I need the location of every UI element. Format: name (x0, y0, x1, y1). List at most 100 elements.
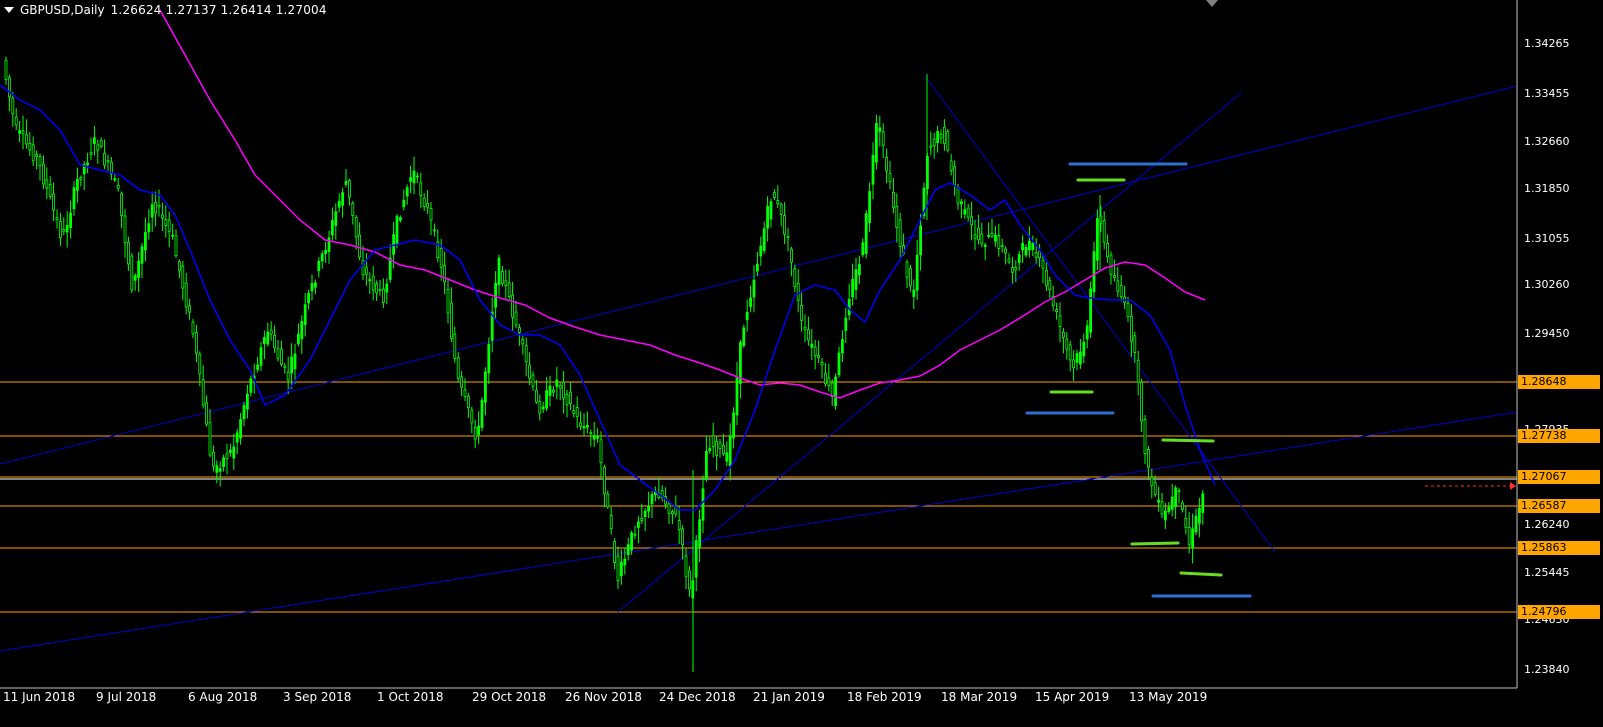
candle-body (565, 394, 569, 406)
candle-body (1140, 381, 1143, 422)
candle-body (89, 152, 93, 155)
time-axis-label: 24 Dec 2018 (659, 690, 736, 704)
candle-body (885, 156, 888, 172)
candle-body (732, 412, 735, 439)
candle-body (507, 282, 511, 297)
candle-body (878, 127, 882, 132)
candle-body (1092, 251, 1096, 293)
chart-shift-icon[interactable] (1206, 0, 1218, 7)
price-level-tag: 1.24796 (1518, 605, 1600, 619)
candle-body (296, 333, 300, 345)
candle-body (752, 279, 756, 298)
candle-body (364, 267, 368, 275)
candle-body (324, 250, 328, 254)
candle-body (779, 204, 783, 215)
candle-body (1082, 341, 1086, 357)
candle-body (1194, 515, 1198, 533)
level-marker (1179, 571, 1223, 577)
candle-body (116, 184, 120, 189)
candle-body (62, 229, 66, 232)
candle-body (351, 202, 355, 216)
time-axis-label: 18 Feb 2019 (847, 690, 922, 704)
candle-body (1096, 218, 1099, 261)
candle-body (745, 311, 749, 321)
candle-body (531, 374, 535, 387)
candle-body (980, 233, 984, 245)
candle-body (1181, 502, 1184, 511)
candle-body (35, 154, 38, 157)
candle-body (1157, 499, 1160, 503)
candle-body (817, 354, 820, 358)
candle-body (793, 268, 797, 288)
candle-body (466, 395, 470, 409)
candle-body (24, 134, 28, 145)
candle-body (150, 204, 154, 218)
candle-body (524, 345, 528, 363)
candle-body (48, 183, 52, 197)
candle-body (245, 393, 249, 410)
candle-body (313, 282, 317, 288)
candle-body (483, 371, 487, 403)
candle-body (1062, 331, 1065, 338)
price-axis-label: 1.26240 (1524, 518, 1570, 531)
candle-body (72, 187, 76, 210)
candle-body (1000, 245, 1004, 248)
candle-body (766, 206, 769, 229)
candle-body (983, 244, 987, 247)
candle-body (188, 305, 192, 313)
candle-body (487, 344, 491, 374)
candle-body (256, 364, 260, 370)
candle-body (650, 494, 654, 505)
candle-body (242, 404, 246, 420)
candle-body (558, 384, 562, 389)
candle-body (977, 227, 980, 241)
candle-body (705, 451, 708, 480)
symbol-timeframe: GBPUSD,Daily (20, 3, 105, 17)
candle-body (616, 555, 620, 581)
price-chart[interactable] (0, 0, 1603, 727)
time-axis-label: 9 Jul 2018 (96, 690, 157, 704)
candle-body (718, 442, 722, 449)
candle-body (1116, 280, 1120, 292)
candle-body (123, 215, 127, 244)
candle-body (824, 372, 827, 385)
candle-body (1191, 528, 1194, 549)
candle-body (973, 234, 977, 239)
candle-body (402, 199, 406, 208)
candle-body (164, 219, 168, 227)
candle-body (1085, 325, 1089, 340)
candle-body (174, 235, 178, 257)
candle-body (4, 59, 8, 80)
candle-body (810, 343, 814, 348)
candle-body (198, 353, 202, 375)
chart-header: GBPUSD,Daily 1.26624 1.27137 1.26414 1.2… (4, 3, 327, 17)
candle-body (259, 347, 263, 366)
candle-body (749, 297, 752, 307)
candle-body (86, 162, 89, 166)
candle-body (790, 248, 793, 263)
candle-body (994, 234, 997, 242)
candle-body (147, 223, 151, 233)
candle-body (378, 288, 382, 291)
candle-body (93, 137, 96, 144)
price-level-tag: 1.26587 (1518, 499, 1600, 513)
candle-body (569, 391, 572, 404)
candle-body (222, 457, 226, 468)
dropdown-triangle-icon[interactable] (4, 7, 14, 13)
candle-body (1177, 490, 1181, 492)
candle-body (211, 451, 215, 467)
candle-body (415, 175, 419, 178)
candle-body (55, 217, 59, 221)
candle-body (562, 381, 565, 399)
candle-body (133, 275, 137, 281)
candle-body (1041, 260, 1045, 269)
candle-body (1079, 351, 1082, 365)
candle-body (317, 261, 321, 272)
candle-body (905, 261, 909, 278)
candle-body (303, 304, 307, 325)
time-axis-label: 6 Aug 2018 (188, 690, 258, 704)
candle-body (684, 555, 688, 577)
candle-body (225, 453, 229, 460)
candle-body (456, 357, 460, 379)
candle-body (1031, 243, 1035, 251)
